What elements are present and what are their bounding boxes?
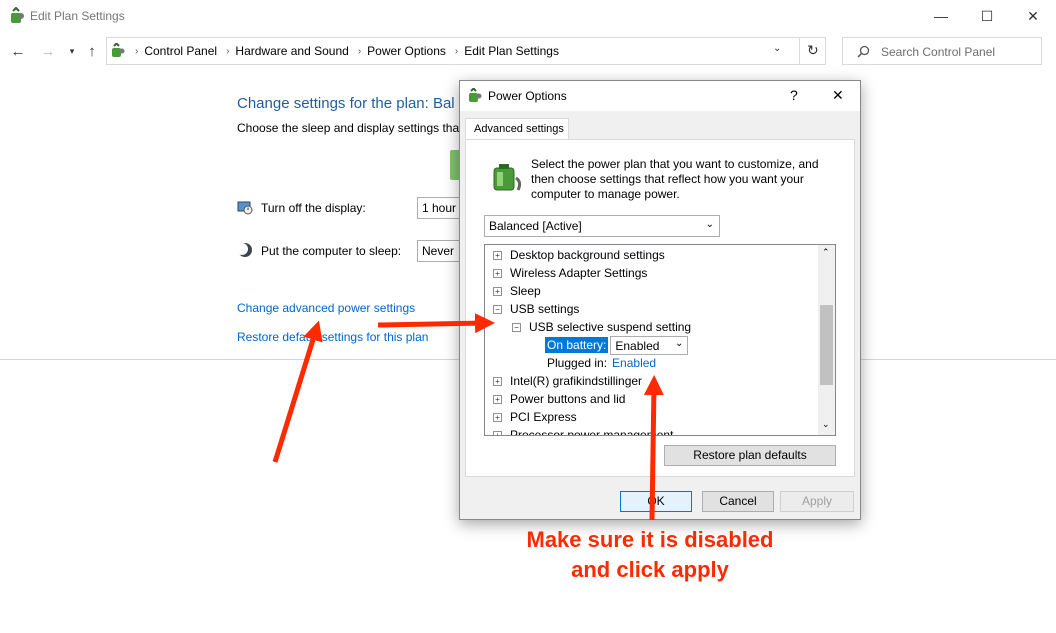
on-battery-label: On battery:	[545, 337, 609, 353]
control-panel-icon	[112, 43, 125, 57]
restore-plan-defaults-button[interactable]: Restore plan defaults	[664, 445, 836, 466]
collapse-minus-icon[interactable]: −	[512, 322, 521, 332]
tree-scrollbar[interactable]: ⌃ ⌄	[818, 245, 835, 435]
address-divider	[799, 38, 800, 64]
tree-item-label: Desktop background settings	[510, 248, 665, 262]
recent-locations-chevron-icon[interactable]: ▾	[62, 42, 82, 60]
scroll-up-icon[interactable]: ⌃	[822, 247, 830, 258]
scrollbar-thumb[interactable]	[820, 305, 833, 385]
turn-off-display-label: Turn off the display:	[261, 201, 366, 215]
tree-item-label: Wireless Adapter Settings	[510, 266, 648, 280]
window-titlebar: Edit Plan Settings — ☐ ✕	[0, 0, 1056, 32]
power-plan-select[interactable]: Balanced [Active] ⌄	[484, 215, 720, 237]
apply-button[interactable]: Apply	[780, 491, 854, 512]
search-placeholder: Search Control Panel	[881, 45, 996, 59]
dialog-title: Power Options	[488, 89, 567, 103]
dialog-description: Select the power plan that you want to c…	[531, 157, 819, 201]
search-input[interactable]: Search Control Panel	[842, 37, 1042, 65]
annotation-caption: Make sure it is disabled and click apply	[480, 525, 820, 585]
expand-plus-icon[interactable]: +	[493, 394, 502, 404]
cancel-button[interactable]: Cancel	[702, 491, 774, 512]
tab-advanced-settings[interactable]: Advanced settings	[465, 118, 569, 140]
display-timeout-select[interactable]: 1 hour	[417, 197, 461, 219]
tree-item-label: USB selective suspend setting	[529, 320, 692, 334]
address-bar[interactable]: › Control Panel › Hardware and Sound › P…	[106, 37, 826, 65]
minimize-button[interactable]: —	[918, 0, 964, 32]
power-options-icon	[469, 88, 482, 102]
settings-tree[interactable]: + Desktop background settings + Wireless…	[484, 244, 836, 436]
breadcrumb-separator-icon: ›	[357, 45, 362, 57]
on-battery-value: Enabled	[615, 338, 660, 353]
tree-item-usb-settings[interactable]: − USB settings	[493, 300, 579, 318]
tree-item-label: Processor power management	[510, 428, 674, 436]
tree-item-label: Sleep	[510, 284, 541, 298]
tree-item-pci-express[interactable]: + PCI Express	[493, 408, 577, 426]
window-title: Edit Plan Settings	[30, 9, 125, 23]
tree-item-sleep[interactable]: + Sleep	[493, 282, 541, 300]
tree-item-wireless-adapter[interactable]: + Wireless Adapter Settings	[493, 264, 647, 282]
expand-plus-icon[interactable]: +	[493, 430, 502, 435]
breadcrumb-edit-plan-settings[interactable]: Edit Plan Settings	[464, 44, 559, 58]
breadcrumb-control-panel[interactable]: Control Panel	[144, 44, 217, 58]
plugged-in-label: Plugged in:	[547, 356, 608, 370]
up-arrow-icon[interactable]: ↑	[82, 42, 102, 60]
power-plan-battery-icon	[493, 164, 522, 191]
arrow-to-advanced-link	[272, 320, 323, 463]
help-button[interactable]: ?	[790, 87, 798, 103]
search-icon	[857, 45, 870, 58]
restore-default-settings-link[interactable]: Restore default settings for this plan	[237, 330, 428, 344]
dialog-close-button[interactable]: ✕	[832, 87, 844, 104]
power-options-dialog: Power Options ? ✕ Advanced settings Sele…	[459, 80, 861, 520]
expand-plus-icon[interactable]: +	[493, 412, 502, 422]
plugged-in-value-link[interactable]: Enabled	[612, 356, 656, 370]
sleep-label: Put the computer to sleep:	[261, 244, 402, 258]
sleep-moon-icon	[237, 243, 252, 257]
tree-item-power-buttons[interactable]: + Power buttons and lid	[493, 390, 625, 408]
tree-item-usb-selective-suspend[interactable]: − USB selective suspend setting	[512, 318, 691, 336]
tree-item-label: Power buttons and lid	[510, 392, 626, 406]
collapse-minus-icon[interactable]: −	[493, 304, 502, 314]
refresh-icon[interactable]: ↻	[807, 42, 819, 59]
dialog-titlebar: Power Options ? ✕	[460, 81, 860, 111]
advanced-settings-panel: Select the power plan that you want to c…	[465, 139, 855, 477]
expand-plus-icon[interactable]: +	[493, 376, 502, 386]
page-subheading: Choose the sleep and display settings th…	[237, 121, 463, 135]
breadcrumb-separator-icon: ›	[226, 45, 230, 57]
scroll-down-icon[interactable]: ⌄	[822, 419, 830, 430]
breadcrumb-power-options[interactable]: Power Options	[367, 44, 446, 58]
expand-plus-icon[interactable]: +	[493, 268, 502, 278]
power-plan-value: Balanced [Active]	[489, 219, 582, 233]
tree-item-desktop-background[interactable]: + Desktop background settings	[493, 246, 665, 264]
plugged-in-setting[interactable]: Plugged in: Enabled	[547, 354, 656, 372]
tree-item-label: USB settings	[510, 302, 580, 316]
tree-item-label: PCI Express	[510, 410, 577, 424]
display-icon	[237, 201, 253, 215]
on-battery-setting[interactable]: On battery: Enabled ⌄	[545, 335, 689, 355]
sleep-timeout-select[interactable]: Never	[417, 240, 461, 262]
breadcrumb-separator-icon: ›	[135, 45, 139, 57]
power-options-icon	[11, 7, 24, 23]
annotation-line-1: Make sure it is disabled	[526, 527, 774, 552]
on-battery-select[interactable]: Enabled ⌄	[610, 335, 689, 355]
breadcrumb-separator-icon: ›	[454, 45, 459, 57]
annotation-line-2: and click apply	[571, 557, 729, 582]
back-arrow-icon[interactable]: ←	[8, 42, 28, 60]
page-heading: Change settings for the plan: Bal	[237, 95, 455, 112]
address-dropdown-chevron-icon[interactable]: ⌄	[773, 43, 781, 54]
ok-button[interactable]: OK	[620, 491, 692, 512]
tree-item-processor-power[interactable]: + Processor power management	[493, 426, 674, 436]
maximize-button[interactable]: ☐	[964, 0, 1010, 32]
tree-item-intel-graphics[interactable]: + Intel(R) grafikindstillinger	[493, 372, 642, 390]
change-advanced-power-settings-link[interactable]: Change advanced power settings	[237, 301, 415, 315]
expand-plus-icon[interactable]: +	[493, 250, 502, 260]
breadcrumb-hardware-and-sound[interactable]: Hardware and Sound	[235, 44, 348, 58]
expand-plus-icon[interactable]: +	[493, 286, 502, 296]
chevron-down-icon: ⌄	[705, 219, 714, 230]
forward-arrow-icon[interactable]: →	[38, 42, 58, 60]
tree-item-label: Intel(R) grafikindstillinger	[510, 374, 643, 388]
close-button[interactable]: ✕	[1010, 0, 1056, 32]
chevron-down-icon: ⌄	[674, 337, 684, 349]
